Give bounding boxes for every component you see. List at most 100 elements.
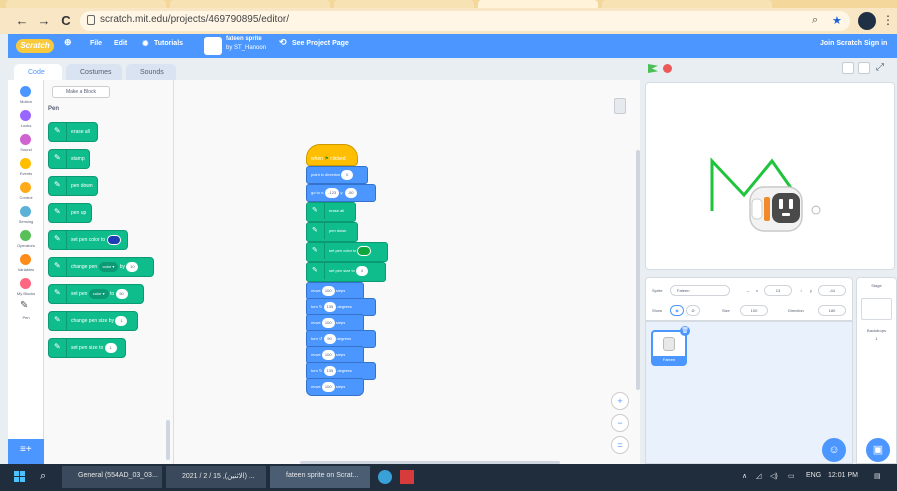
- y-input[interactable]: -44: [818, 285, 846, 296]
- tutorials-menu[interactable]: Tutorials: [154, 40, 183, 47]
- zoom-in-button[interactable]: +: [611, 392, 629, 410]
- palette-scrollbar[interactable]: [166, 420, 170, 460]
- erase-all-block[interactable]: erase all: [306, 202, 356, 222]
- color-swatch[interactable]: [106, 234, 121, 245]
- small-stage-icon[interactable]: [842, 62, 854, 74]
- number-input[interactable]: 100: [321, 349, 335, 360]
- pen-down-block[interactable]: pen down: [306, 222, 358, 242]
- number-input[interactable]: 50: [115, 288, 128, 299]
- set-pen-color-block[interactable]: set pen color to: [306, 242, 388, 262]
- pdf-app-icon[interactable]: [400, 470, 414, 484]
- block-set-pen-size[interactable]: set pen size to 1: [48, 338, 126, 358]
- move-steps-block[interactable]: move 100 steps: [306, 378, 364, 396]
- x-input[interactable]: 13: [764, 285, 792, 296]
- stage-selector-panel[interactable]: Stage Backdrops 1: [856, 277, 897, 464]
- sprite-card-fateen[interactable]: Fateen: [651, 330, 687, 366]
- bookmark-star-icon[interactable]: ★: [832, 14, 842, 27]
- set-pen-size-block[interactable]: set pen size to 4: [306, 262, 386, 282]
- code-workspace[interactable]: [174, 80, 640, 464]
- file-menu[interactable]: File: [90, 40, 102, 47]
- fateen-sprite[interactable]: [749, 186, 821, 232]
- zoom-icon[interactable]: ⌕: [812, 14, 818, 27]
- direction-input[interactable]: 180: [818, 305, 846, 316]
- size-input[interactable]: 100: [740, 305, 768, 316]
- number-input[interactable]: 135: [323, 301, 337, 312]
- fullscreen-icon[interactable]: ⤢: [874, 62, 886, 74]
- number-input[interactable]: 0: [341, 169, 354, 180]
- number-input[interactable]: -50: [344, 187, 357, 198]
- number-input[interactable]: 135: [323, 365, 337, 376]
- project-title-line1[interactable]: fateen sprite: [226, 36, 262, 42]
- number-input[interactable]: 1: [104, 342, 117, 353]
- reload-button[interactable]: C: [58, 13, 74, 29]
- tutorials-icon[interactable]: ✹: [142, 39, 149, 48]
- category-variables[interactable]: Variables: [8, 252, 44, 276]
- sprite-name-input[interactable]: Fateen: [670, 285, 730, 296]
- block-stamp[interactable]: stamp: [48, 149, 90, 169]
- stop-button[interactable]: [663, 64, 672, 73]
- browser-tab[interactable]: [170, 0, 330, 8]
- tray-chevron-icon[interactable]: ∧: [742, 472, 747, 480]
- show-visible-toggle[interactable]: ◉: [670, 305, 684, 316]
- menu-kebab-icon[interactable]: ⋮: [882, 13, 894, 27]
- category-motion[interactable]: Motion: [8, 84, 44, 108]
- number-input[interactable]: 100: [321, 317, 335, 328]
- number-input[interactable]: 10: [126, 261, 139, 272]
- choose-backdrop-icon[interactable]: ▣: [866, 438, 890, 462]
- category-looks[interactable]: Looks: [8, 108, 44, 132]
- profile-avatar[interactable]: [858, 12, 876, 30]
- block-change-pen-param[interactable]: change pen color ▾ by 10: [48, 257, 154, 277]
- edit-menu[interactable]: Edit: [114, 40, 127, 47]
- language-indicator[interactable]: ENG: [806, 472, 821, 479]
- windows-start-icon[interactable]: [14, 471, 26, 483]
- search-icon[interactable]: ⌕: [40, 470, 46, 483]
- url-field[interactable]: scratch.mit.edu/projects/469790895/edito…: [80, 11, 850, 31]
- forward-button[interactable]: →: [36, 13, 52, 29]
- hide-toggle[interactable]: ⊘: [686, 305, 700, 316]
- number-input[interactable]: 100: [321, 381, 335, 392]
- category-control[interactable]: Control: [8, 180, 44, 204]
- param-dropdown[interactable]: color ▾: [98, 261, 119, 272]
- battery-icon[interactable]: ▭: [788, 472, 795, 480]
- taskbar-item-teams[interactable]: General (554AD_03_03...: [62, 466, 162, 488]
- point-in-direction-block[interactable]: point in direction 0: [306, 166, 368, 184]
- sign-in-link[interactable]: Sign in: [864, 40, 887, 47]
- edge-icon[interactable]: [378, 470, 392, 484]
- add-extension-button[interactable]: ≡+: [8, 439, 44, 464]
- zoom-out-button[interactable]: −: [611, 414, 629, 432]
- block-set-pen-color[interactable]: set pen color to: [48, 230, 128, 250]
- browser-tab[interactable]: [602, 0, 772, 8]
- delete-sprite-icon[interactable]: 🗑: [680, 326, 690, 336]
- block-pen-up[interactable]: pen up: [48, 203, 92, 223]
- block-pen-down[interactable]: pen down: [48, 176, 98, 196]
- normal-stage-icon[interactable]: [858, 62, 870, 74]
- number-input[interactable]: -123: [325, 187, 340, 198]
- workspace-vertical-scrollbar[interactable]: [636, 150, 640, 390]
- number-input[interactable]: 100: [321, 285, 335, 296]
- scratch-logo[interactable]: Scratch: [16, 39, 54, 53]
- category-pen[interactable]: ✎ Pen: [8, 300, 44, 324]
- category-operators[interactable]: Operators: [8, 228, 44, 252]
- clock[interactable]: 12:01 PM: [828, 472, 858, 479]
- category-sound[interactable]: Sound: [8, 132, 44, 156]
- browser-tab[interactable]: [6, 0, 166, 8]
- block-erase-all[interactable]: erase all: [48, 122, 98, 142]
- when-flag-clicked-block[interactable]: when ⚑ clicked: [306, 144, 358, 166]
- color-swatch[interactable]: [357, 245, 372, 256]
- block-set-pen-param[interactable]: set pen color ▾ to 50: [48, 284, 144, 304]
- go-to-xy-block[interactable]: go to x: -123 y: -50: [306, 184, 376, 202]
- category-sensing[interactable]: Sensing: [8, 204, 44, 228]
- notification-icon[interactable]: ▤: [874, 472, 881, 480]
- make-a-block-button[interactable]: Make a Block: [52, 86, 110, 98]
- stage-canvas[interactable]: [645, 82, 895, 270]
- choose-sprite-icon[interactable]: ☺: [822, 438, 846, 462]
- taskbar-item-date[interactable]: 2021 / 2 / 15 ,(الاثنين) ...: [166, 466, 266, 488]
- see-project-icon[interactable]: ⟲: [279, 37, 287, 48]
- block-change-pen-size[interactable]: change pen size by 1: [48, 311, 138, 331]
- number-input[interactable]: 4: [355, 265, 368, 276]
- category-my-blocks[interactable]: My Blocks: [8, 276, 44, 300]
- param-dropdown[interactable]: color ▾: [88, 288, 109, 299]
- back-button[interactable]: ←: [14, 13, 30, 29]
- stage-thumbnail[interactable]: [861, 298, 892, 320]
- see-project-page-button[interactable]: See Project Page: [292, 40, 349, 47]
